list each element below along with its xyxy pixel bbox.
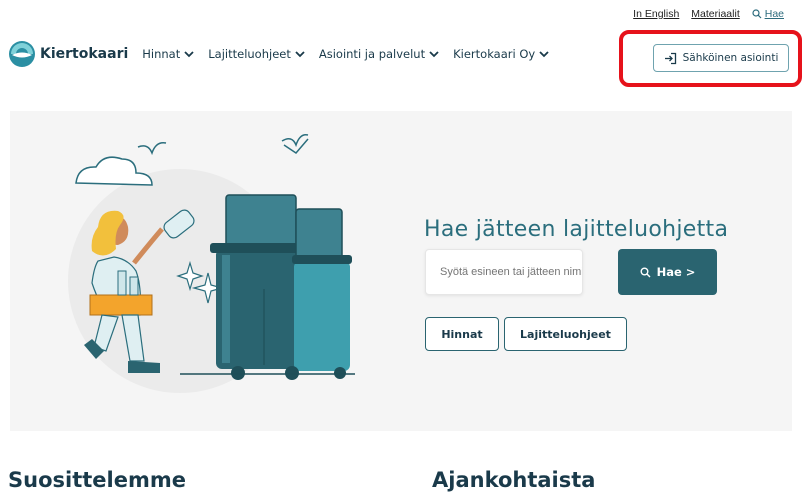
sorting-search-button[interactable]: Hae > bbox=[618, 249, 717, 295]
sorting-search-input[interactable] bbox=[425, 249, 583, 295]
login-icon bbox=[664, 52, 676, 64]
nav-item-asiointi[interactable]: Asiointi ja palvelut bbox=[319, 47, 439, 61]
hero-illustration bbox=[68, 133, 355, 393]
hero-title: Hae jätteen lajitteluohjetta bbox=[424, 217, 729, 242]
section-title-ajankohtaista: Ajankohtaista bbox=[432, 468, 596, 492]
search-icon bbox=[752, 9, 762, 19]
english-link[interactable]: In English bbox=[633, 8, 679, 20]
quick-link-lajitteluohjeet[interactable]: Lajitteluohjeet bbox=[504, 317, 627, 351]
materials-link[interactable]: Materiaalit bbox=[691, 8, 739, 20]
nav-item-lajitteluohjeet[interactable]: Lajitteluohjeet bbox=[208, 47, 305, 61]
chevron-down-icon bbox=[184, 50, 194, 57]
brand-name: Kiertokaari bbox=[40, 46, 129, 62]
chevron-down-icon bbox=[429, 50, 439, 57]
chevron-down-icon bbox=[295, 50, 305, 57]
nav-item-label: Asiointi ja palvelut bbox=[318, 47, 426, 61]
nav-item-label: Hinnat bbox=[142, 47, 181, 61]
search-link-label: Hae bbox=[764, 8, 784, 20]
search-button-label: Hae > bbox=[656, 265, 696, 279]
nav-item-hinnat[interactable]: Hinnat bbox=[142, 47, 194, 61]
search-icon bbox=[640, 267, 651, 277]
nav-item-label: Kiertokaari Oy bbox=[453, 47, 536, 61]
nav-item-label: Lajitteluohjeet bbox=[208, 47, 291, 61]
chevron-down-icon bbox=[539, 50, 549, 57]
logo[interactable]: Kiertokaari bbox=[8, 40, 128, 68]
main-nav: Kiertokaari Hinnat Lajitteluohjeet Asioi… bbox=[8, 40, 563, 68]
cta-label: Sähköinen asiointi bbox=[682, 52, 779, 64]
quick-link-hinnat[interactable]: Hinnat bbox=[425, 317, 499, 351]
nav-item-kiertokaari-oy[interactable]: Kiertokaari Oy bbox=[453, 47, 549, 61]
kiertokaari-logo-icon bbox=[9, 41, 35, 67]
sahkoinen-asiointi-button[interactable]: Sähköinen asiointi bbox=[653, 44, 789, 72]
section-title-suosittelemme: Suosittelemme bbox=[8, 468, 186, 492]
hero-section: Hae jätteen lajitteluohjetta Hae > Hinna… bbox=[10, 111, 792, 431]
utility-bar: In English Materiaalit Hae bbox=[633, 8, 784, 20]
search-link[interactable]: Hae bbox=[752, 8, 784, 20]
